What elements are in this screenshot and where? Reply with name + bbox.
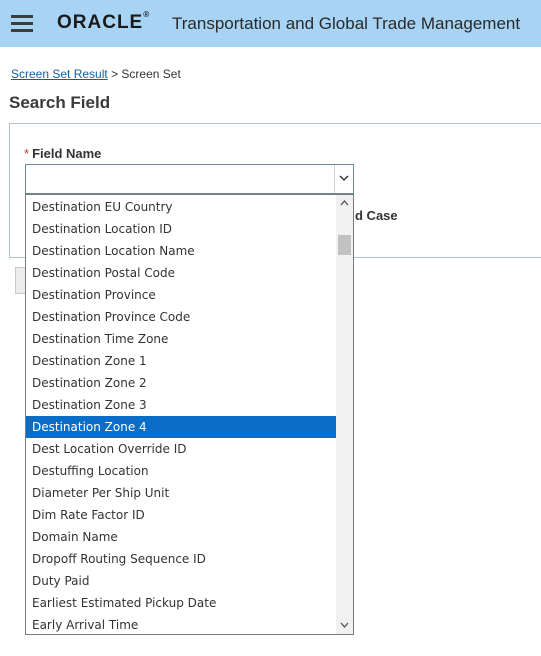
dropdown-option[interactable]: Dropoff Routing Sequence ID (26, 548, 337, 570)
dropdown-option[interactable]: Early Arrival Time (26, 614, 337, 634)
field-name-dropdown-list[interactable]: Destination EU Country Destination Locati… (25, 194, 354, 635)
dropdown-option[interactable]: Destination Zone 3 (26, 394, 337, 416)
dropdown-option[interactable]: Earliest Estimated Pickup Date (26, 592, 337, 614)
scroll-down-arrow-icon[interactable] (336, 617, 353, 634)
dropdown-option[interactable]: Destination Time Zone (26, 328, 337, 350)
match-case-label: d Case (355, 208, 398, 223)
required-marker: * (24, 146, 30, 161)
hamburger-menu-icon[interactable] (11, 15, 33, 32)
breadcrumb-current: Screen Set (121, 67, 181, 81)
dropdown-option[interactable]: Dim Rate Factor ID (26, 504, 337, 526)
dropdown-option[interactable]: Destination EU Country (26, 196, 337, 218)
app-header: ORACLE® Transportation and Global Trade … (0, 0, 541, 47)
dropdown-option[interactable]: Destination Zone 1 (26, 350, 337, 372)
breadcrumb: Screen Set Result > Screen Set (11, 67, 181, 81)
app-title: Transportation and Global Trade Manageme… (172, 14, 521, 33)
dropdown-option[interactable]: Dest Location Override ID (26, 438, 337, 460)
breadcrumb-link-screen-set-result[interactable]: Screen Set Result (11, 67, 108, 81)
dropdown-option[interactable]: Diameter Per Ship Unit (26, 482, 337, 504)
oracle-logo: ORACLE® (57, 9, 150, 33)
field-name-select[interactable] (25, 164, 354, 194)
breadcrumb-separator: > (111, 67, 119, 81)
chevron-down-icon[interactable] (334, 165, 353, 193)
dropdown-option[interactable]: Destination Province (26, 284, 337, 306)
dropdown-options: Destination EU Country Destination Locati… (26, 196, 337, 634)
dropdown-option[interactable]: Domain Name (26, 526, 337, 548)
scroll-thumb[interactable] (338, 235, 351, 255)
dropdown-option[interactable]: Destination Province Code (26, 306, 337, 328)
dropdown-option[interactable]: Destination Location Name (26, 240, 337, 262)
page-title: Search Field (9, 93, 111, 112)
field-name-label: * Field Name (24, 146, 102, 161)
scroll-up-arrow-icon[interactable] (336, 195, 353, 212)
dropdown-option[interactable]: Destination Zone 4 (26, 416, 337, 438)
dropdown-scrollbar[interactable] (336, 195, 353, 634)
dropdown-option[interactable]: Destination Location ID (26, 218, 337, 240)
dropdown-option[interactable]: Destination Postal Code (26, 262, 337, 284)
dropdown-option[interactable]: Destination Zone 2 (26, 372, 337, 394)
dropdown-option[interactable]: Destuffing Location (26, 460, 337, 482)
dropdown-option[interactable]: Duty Paid (26, 570, 337, 592)
